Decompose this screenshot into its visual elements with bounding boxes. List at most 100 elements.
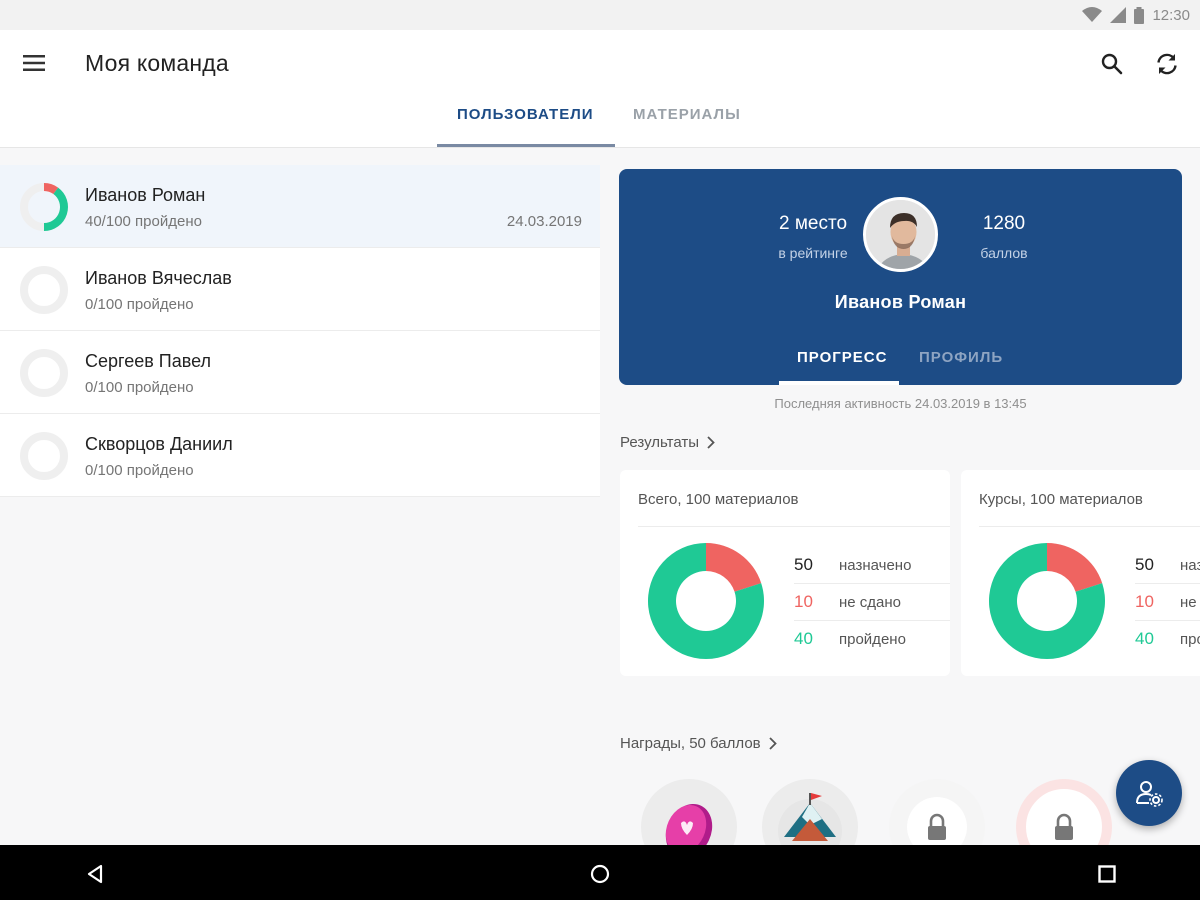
profile-card: 2 место в рейтинге 1280 баллов Иванов Ро… [619, 169, 1182, 385]
results-donut [648, 543, 764, 659]
user-settings-fab[interactable] [1116, 760, 1182, 826]
result-card-title: Всего, 100 материалов [638, 491, 799, 508]
donut-failed-segment [706, 543, 762, 592]
award-item-locked[interactable] [1016, 779, 1112, 845]
menu-button[interactable] [14, 48, 54, 78]
user-name: Скворцов Даниил [85, 434, 233, 454]
award-item[interactable] [762, 779, 858, 845]
user-progress-text: 0/100 пройдено [85, 296, 194, 313]
result-label: пройдено [1180, 631, 1200, 648]
last-activity: Последняя активность 24.03.2019 в 13:45 [774, 396, 1027, 411]
result-label: не сдано [1180, 594, 1200, 611]
chevron-right-icon [768, 737, 777, 750]
award-item-locked[interactable] [889, 779, 985, 845]
awards-header-label: Награды, 50 баллов [620, 735, 761, 752]
tab-profile[interactable]: ПРОФИЛЬ [919, 349, 1003, 366]
result-row-failed: 10 не сдано [1135, 584, 1200, 621]
divider [979, 526, 1200, 527]
result-row-passed: 40 пройдено [794, 621, 950, 658]
card-tab-indicator [779, 381, 899, 385]
points-label: баллов [980, 245, 1028, 261]
user-settings-icon [1136, 781, 1163, 807]
result-num: 40 [794, 629, 813, 648]
profile-name: Иванов Роман [834, 292, 967, 312]
result-row-passed: 40 пройдено [1135, 621, 1200, 658]
user-row[interactable]: Скворцов Даниил 0/100 пройдено [0, 414, 600, 497]
user-progress-ring [20, 349, 68, 397]
status-time: 12:30 [1152, 6, 1190, 24]
user-progress-text: 40/100 пройдено [85, 213, 202, 230]
refresh-button[interactable] [1150, 47, 1184, 81]
user-date: 24.03.2019 [506, 213, 582, 230]
tab-indicator [437, 144, 615, 147]
user-name: Иванов Вячеслав [85, 268, 232, 288]
home-button[interactable] [585, 859, 615, 889]
home-icon [590, 864, 610, 884]
signal-icon [1110, 7, 1127, 23]
result-num: 50 [1135, 555, 1154, 574]
divider [638, 526, 950, 527]
recents-button[interactable] [1092, 859, 1122, 889]
coin-award-icon [665, 803, 713, 845]
mountain-award-icon [778, 793, 842, 845]
user-progress-ring [20, 183, 68, 231]
result-label: назначено [839, 557, 912, 574]
user-name: Сергеев Павел [85, 351, 211, 371]
avatar-photo [866, 200, 935, 269]
result-num: 10 [1135, 592, 1154, 611]
user-row[interactable]: Иванов Вячеслав 0/100 пройдено [0, 248, 600, 331]
result-num: 10 [794, 592, 813, 611]
back-button[interactable] [80, 859, 110, 889]
result-label: назначено [1180, 557, 1200, 574]
refresh-icon [1157, 53, 1177, 75]
awards-row [619, 775, 1200, 845]
avatar [863, 197, 938, 272]
lock-icon [1034, 797, 1094, 845]
search-button[interactable] [1095, 47, 1129, 81]
result-num: 40 [1135, 629, 1154, 648]
users-list: Иванов Роман 40/100 пройдено 24.03.2019 … [0, 165, 600, 497]
results-header-label: Результаты [620, 434, 699, 451]
back-icon [87, 864, 103, 884]
results-header[interactable]: Результаты [620, 434, 715, 451]
result-num: 50 [794, 555, 813, 574]
result-row-failed: 10 не сдано [794, 584, 950, 621]
recents-icon [1098, 865, 1116, 883]
chevron-right-icon [707, 436, 715, 449]
result-row-assigned: 50 назначено [1135, 547, 1200, 584]
user-ring-passed-segment [44, 187, 68, 231]
user-ring-track [20, 432, 68, 480]
user-row[interactable]: Иванов Роман 40/100 пройдено 24.03.2019 [0, 165, 600, 248]
results-donut [989, 543, 1105, 659]
user-progress-text: 0/100 пройдено [85, 462, 194, 479]
page-title: Моя команда [85, 50, 229, 76]
award-item[interactable] [641, 779, 737, 845]
battery-icon [1134, 6, 1145, 24]
tab-users[interactable]: ПОЛЬЗОВАТЕЛИ [457, 106, 594, 123]
user-progress-text: 0/100 пройдено [85, 379, 194, 396]
system-nav-bar [0, 845, 1200, 900]
donut-failed-segment [1047, 543, 1103, 592]
search-icon [1101, 53, 1123, 75]
result-label: пройдено [839, 631, 906, 648]
user-progress-ring [20, 432, 68, 480]
tab-progress[interactable]: ПРОГРЕСС [797, 349, 887, 366]
result-card-total[interactable]: Всего, 100 материалов 50 назначено 10 не… [620, 470, 950, 676]
user-progress-ring [20, 266, 68, 314]
status-bar: 12:30 [0, 0, 1200, 30]
lock-icon [907, 797, 967, 845]
menu-icon [23, 55, 45, 71]
result-label: не сдано [839, 594, 902, 611]
result-row-assigned: 50 назначено [794, 547, 950, 584]
user-ring-track [20, 266, 68, 314]
points-value: 1280 [982, 213, 1026, 234]
wifi-icon [1082, 7, 1103, 22]
tab-materials[interactable]: МАТЕРИАЛЫ [633, 106, 741, 123]
result-card-title: Курсы, 100 материалов [979, 491, 1143, 508]
result-card-courses[interactable]: Курсы, 100 материалов 50 назначено 10 не… [961, 470, 1200, 676]
user-row[interactable]: Сергеев Павел 0/100 пройдено [0, 331, 600, 414]
user-ring-track [20, 349, 68, 397]
rank-label: в рейтинге [778, 245, 848, 261]
app-bar: Моя команда ПОЛЬЗОВАТЕЛИ МАТЕРИАЛЫ [0, 30, 1200, 148]
awards-header[interactable]: Награды, 50 баллов [620, 735, 777, 752]
